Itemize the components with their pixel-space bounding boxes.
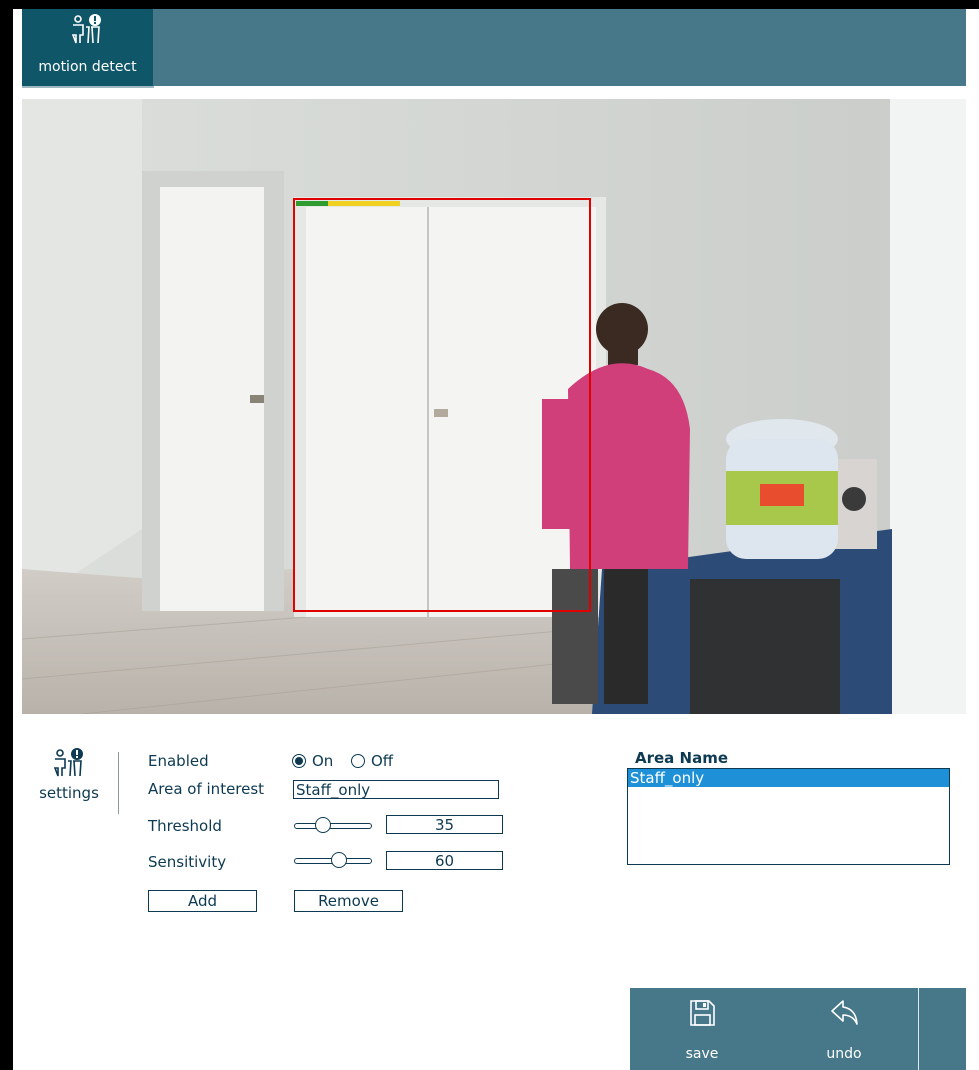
motion-settings-icon [53,748,83,777]
threshold-slider[interactable] [294,817,372,833]
activity-level-high [328,201,400,206]
remove-button[interactable]: Remove [294,890,403,912]
save-icon [690,1000,715,1026]
activity-level-low [296,201,328,206]
tab-label: motion detect [38,59,137,75]
add-button[interactable]: Add [148,890,257,912]
threshold-value-field[interactable]: 35 [386,815,503,834]
sensitivity-value-field[interactable]: 60 [386,851,503,870]
top-toolbar: motion detect [22,9,966,86]
sensitivity-slider-knob[interactable] [331,852,347,868]
undo-icon [831,1000,858,1025]
area-name-list[interactable]: Staff_only [627,768,950,865]
motion-detect-icon [71,14,101,44]
enabled-off-radio[interactable]: Off [351,752,393,770]
threshold-slider-track [294,823,372,829]
settings-label: settings [39,784,99,802]
enabled-label: Enabled [148,752,209,770]
threshold-label: Threshold [148,817,222,835]
active-tab-indicator [22,86,154,88]
area-of-interest-input[interactable]: Staff_only [293,780,499,799]
settings-section: settings [33,748,105,802]
radio-on-indicator [292,754,306,768]
action-bar: save undo [630,988,966,1070]
save-button[interactable]: save [632,988,772,1070]
camera-frame [22,99,966,714]
tab-motion-detect[interactable]: motion detect [22,9,153,86]
sensitivity-label: Sensitivity [148,853,227,871]
area-name-heading: Area Name [635,749,729,767]
camera-live-view[interactable] [22,99,966,714]
action-bar-separator [918,988,919,1070]
save-label: save [685,1046,719,1062]
undo-label: undo [826,1046,862,1062]
settings-divider [118,752,119,814]
list-item[interactable]: Staff_only [628,769,949,787]
threshold-slider-knob[interactable] [315,817,331,833]
sensitivity-slider[interactable] [294,852,372,868]
radio-on-label: On [312,752,334,770]
undo-button[interactable]: undo [774,988,914,1070]
enabled-on-radio[interactable]: On [292,752,333,770]
radio-off-label: Off [371,752,394,770]
radio-off-indicator [351,754,365,768]
area-of-interest-label: Area of interest [148,780,265,798]
